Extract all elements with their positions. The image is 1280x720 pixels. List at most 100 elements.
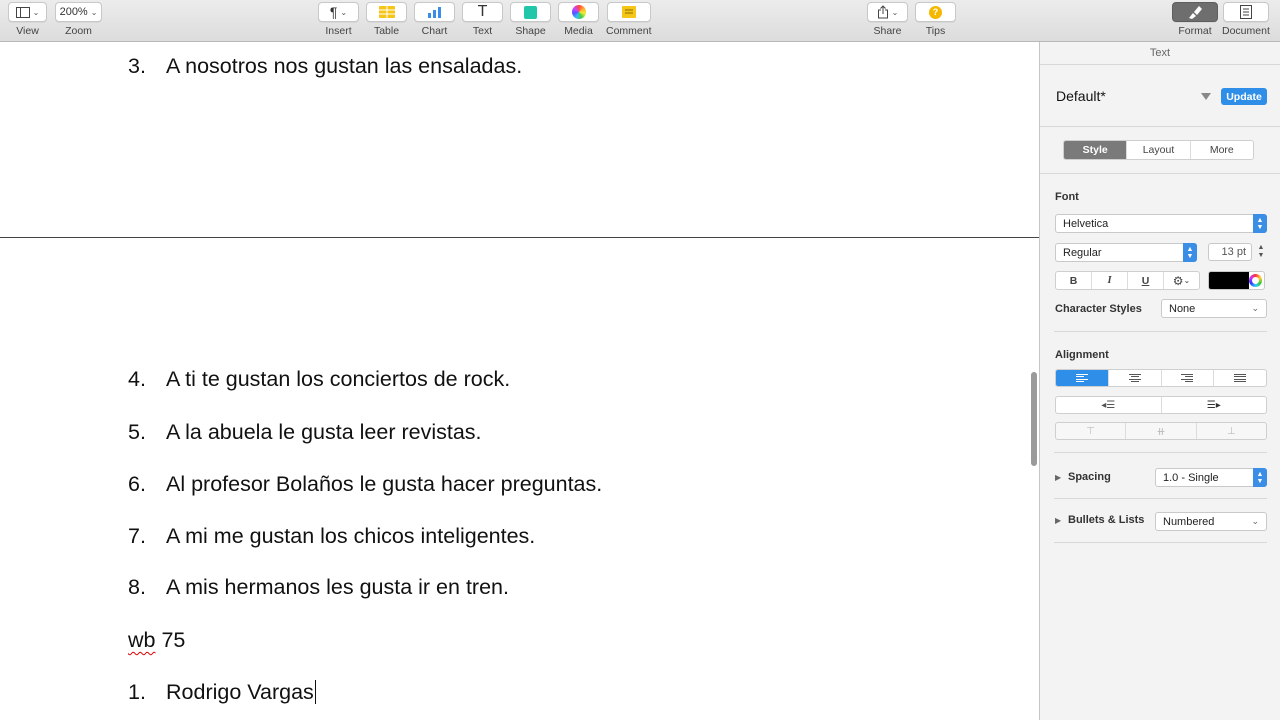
list-text: A mi me gustan los chicos inteligentes. [166,524,536,548]
list-item[interactable]: 6. Al profesor Bolaños le gusta hacer pre… [128,472,602,497]
share-label: Share [873,25,902,37]
gear-icon: ⚙ [1172,273,1184,288]
document-control[interactable]: Document [1222,2,1270,37]
share-icon [877,5,888,19]
comment-button[interactable] [606,2,651,22]
underline-button[interactable]: U [1128,272,1164,289]
tips-icon: ? [929,5,942,19]
text-options-button[interactable]: ⚙ ⌄ [1164,272,1199,289]
list-text: A ti te gustan los conciertos de rock. [166,367,511,391]
italic-button[interactable]: I [1092,272,1128,289]
comment-label: Comment [606,25,652,37]
text-control[interactable]: T Text [462,2,503,37]
text-button[interactable]: T [462,2,503,22]
tips-button[interactable]: ? [915,2,956,22]
list-text: Rodrigo Vargas [166,680,314,704]
divider [1040,64,1280,65]
vertical-scrollbar[interactable] [1031,372,1037,466]
document-canvas[interactable]: 3. A nosotros nos gustan las ensaladas. 4… [0,42,1039,720]
toolbar: ⌄ View 200% ⌄ Zoom ¶ ⌄ Insert Table Char… [0,0,1280,42]
insert-button[interactable]: ¶ ⌄ [318,2,359,22]
section-heading[interactable]: wb 75 [128,628,185,653]
chart-button[interactable] [414,2,455,22]
format-control[interactable]: Format [1172,2,1218,37]
align-top-button[interactable]: ⊤ [1056,423,1127,439]
comment-control[interactable]: Comment [606,2,652,37]
zoom-control[interactable]: 200% ⌄ Zoom [55,2,102,37]
shape-control[interactable]: Shape [510,2,551,37]
chart-control[interactable]: Chart [414,2,455,37]
view-label: View [16,25,39,37]
list-item[interactable]: 4. A ti te gustan los conciertos de rock. [128,367,510,392]
list-text: A nosotros nos gustan las ensaladas. [166,54,523,78]
alignment-buttons [1055,369,1267,387]
divider [1054,331,1267,332]
disclosure-triangle-icon[interactable]: ▶ [1055,516,1061,525]
view-control[interactable]: ⌄ View [8,2,47,37]
inspector-title: Text [1149,47,1171,59]
list-item[interactable]: 7. A mi me gustan los chicos inteligentes… [128,524,535,549]
tab-layout[interactable]: Layout [1127,141,1191,159]
font-size-field[interactable]: 13 pt [1208,243,1252,261]
text-box-icon: T [477,3,488,20]
decrease-indent-button[interactable]: ◂☰ [1056,397,1162,413]
misspelled-word[interactable]: wb [128,628,155,652]
disclosure-triangle-icon[interactable]: ▶ [1055,473,1061,482]
text-color-well[interactable] [1208,271,1265,290]
select-stepper-icon: ▲ ▼ [1253,468,1267,487]
media-label: Media [564,25,593,37]
shape-button[interactable] [510,2,551,22]
paragraph-style-name[interactable]: Default* [1056,88,1106,104]
media-button[interactable] [558,2,599,22]
vertical-align-buttons: ⊤ ⧺ ⊥ [1055,422,1267,440]
list-number: 8. [128,575,146,599]
font-typeface-select[interactable]: Regular ▲ ▼ [1055,243,1197,262]
view-button[interactable]: ⌄ [8,2,47,22]
spacing-select[interactable]: 1.0 - Single ▲ ▼ [1155,468,1267,487]
format-button[interactable] [1172,2,1218,22]
bullets-lists-label[interactable]: Bullets & Lists [1068,514,1144,526]
insert-control[interactable]: ¶ ⌄ Insert [318,2,359,37]
character-style-select[interactable]: None ⌄ [1161,299,1267,318]
align-middle-button[interactable]: ⧺ [1126,423,1197,439]
style-dropdown-icon[interactable] [1201,93,1211,100]
font-size-stepper[interactable]: ▲ ▼ [1255,243,1267,261]
list-text: Al profesor Bolaños le gusta hacer pregu… [166,472,603,496]
align-right-button[interactable] [1162,370,1215,386]
format-inspector: Text Default* Update Style Layout More F… [1039,42,1280,720]
list-number: 3. [128,54,146,78]
comment-icon [621,6,636,18]
zoom-button[interactable]: 200% ⌄ [55,2,102,22]
align-top-icon: ⊤ [1086,425,1096,437]
list-item[interactable]: 3. A nosotros nos gustan las ensaladas. [128,54,522,79]
share-control[interactable]: ⌄ Share [867,2,908,37]
character-style-value: None [1169,302,1196,315]
color-wheel-icon[interactable] [1249,274,1262,287]
table-button[interactable] [366,2,407,22]
table-control[interactable]: Table [366,2,407,37]
tab-more[interactable]: More [1191,141,1253,159]
list-item[interactable]: 8. A mis hermanos les gusta ir en tren. [128,575,509,600]
align-center-button[interactable] [1109,370,1162,386]
align-bottom-button[interactable]: ⊥ [1197,423,1266,439]
document-button[interactable] [1222,2,1269,22]
align-middle-icon: ⧺ [1156,425,1166,438]
spacing-label[interactable]: Spacing [1068,471,1111,483]
font-family-select[interactable]: Helvetica ▲ ▼ [1055,214,1267,233]
bullets-lists-select[interactable]: Numbered ⌄ [1155,512,1267,531]
chevron-down-icon: ⌄ [891,7,899,17]
tips-control[interactable]: ? Tips [915,2,956,37]
list-item[interactable]: 1. Rodrigo Vargas [128,680,316,705]
update-style-button[interactable]: Update [1221,88,1267,105]
align-right-icon [1181,374,1194,382]
bold-button[interactable]: B [1056,272,1092,289]
share-button[interactable]: ⌄ [867,2,908,22]
chart-label: Chart [421,25,448,37]
shape-icon [524,5,537,19]
align-justify-button[interactable] [1214,370,1266,386]
list-item[interactable]: 5. A la abuela le gusta leer revistas. [128,420,482,445]
increase-indent-button[interactable]: ☰▸ [1162,397,1267,413]
align-left-button[interactable] [1056,370,1109,386]
tab-style[interactable]: Style [1064,141,1128,159]
media-control[interactable]: Media [558,2,599,37]
